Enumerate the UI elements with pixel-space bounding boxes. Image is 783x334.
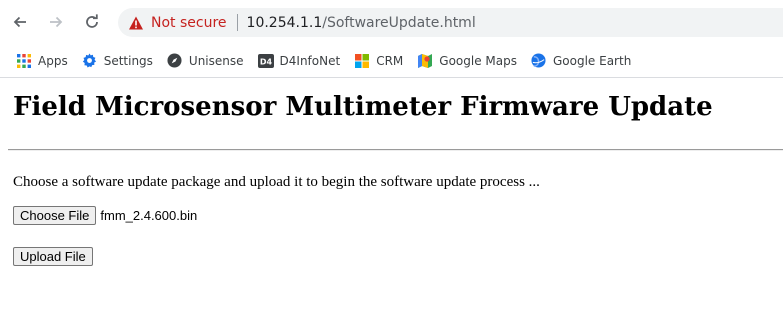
bookmark-settings[interactable]: Settings (82, 53, 153, 69)
maps-icon (417, 53, 433, 69)
bookmark-label: Google Earth (552, 53, 632, 68)
forward-button[interactable] (44, 10, 68, 34)
bookmark-label: Unisense (188, 53, 244, 68)
bookmark-label: Apps (38, 53, 68, 68)
title-divider (8, 149, 783, 151)
reload-button[interactable] (80, 10, 104, 34)
url-path: /SoftwareUpdate.html (322, 14, 476, 31)
upload-file-button[interactable]: Upload File (13, 247, 93, 266)
bookmark-label: CRM (376, 53, 404, 68)
gear-icon (82, 53, 98, 69)
compass-icon (167, 53, 183, 69)
bookmark-apps[interactable]: Apps (16, 53, 68, 69)
bookmark-label: Settings (103, 53, 153, 68)
url-host: 10.254.1.1 (246, 14, 323, 31)
bookmarks-bar: Apps Settings Unisense D4 D4InfoNet CRM … (0, 44, 783, 78)
back-button[interactable] (8, 10, 32, 34)
bookmark-label: Google Maps (439, 53, 517, 68)
bookmark-d4infonet[interactable]: D4 D4InfoNet (257, 53, 341, 69)
url-text[interactable]: 10.254.1.1/SoftwareUpdate.html (247, 15, 476, 31)
page-title: Field Microsensor Multimeter Firmware Up… (13, 92, 713, 122)
security-status-label[interactable]: Not secure (151, 15, 227, 31)
upload-row: Upload File (13, 246, 93, 266)
back-arrow-icon (13, 16, 26, 28)
windows-logo-icon (354, 53, 370, 69)
selected-file-name: fmm_2.4.600.bin (100, 208, 198, 223)
instructions-text: Choose a software update package and upl… (13, 174, 540, 190)
reload-icon (86, 14, 98, 28)
warning-triangle-icon (128, 15, 144, 31)
choose-file-button[interactable]: Choose File (13, 206, 97, 225)
file-picker: Choose File fmm_2.4.600.bin (13, 206, 197, 225)
bookmark-google-earth[interactable]: Google Earth (531, 53, 631, 69)
bookmark-unisense[interactable]: Unisense (167, 53, 244, 69)
svg-text:D4: D4 (259, 57, 272, 66)
earth-icon (531, 53, 547, 69)
apps-grid-icon (16, 53, 32, 69)
browser-toolbar: Not secure 10.254.1.1/SoftwareUpdate.htm… (0, 0, 783, 44)
bookmark-crm[interactable]: CRM (354, 53, 403, 69)
d4-logo-icon: D4 (257, 53, 274, 69)
address-separator (236, 14, 238, 31)
address-bar[interactable]: Not secure 10.254.1.1/SoftwareUpdate.htm… (118, 8, 783, 37)
bookmark-google-maps[interactable]: Google Maps (417, 53, 517, 69)
bookmark-label: D4InfoNet (279, 53, 341, 68)
forward-arrow-icon (50, 16, 63, 28)
